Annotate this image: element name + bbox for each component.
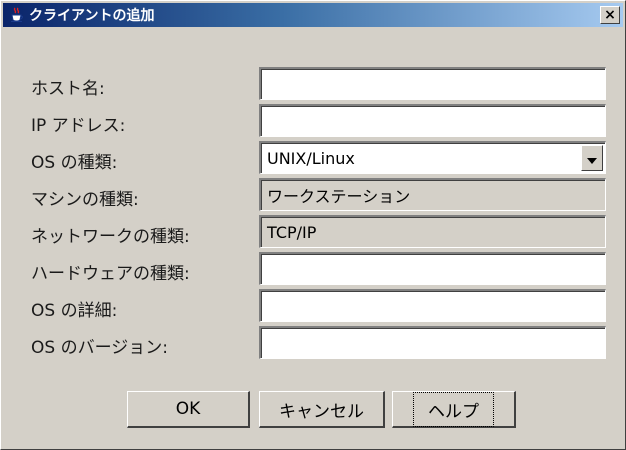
machine-type-field: ワークステーション <box>259 178 606 211</box>
dialog-title: クライアントの追加 <box>29 8 155 24</box>
os-type-selected-value: UNIX/Linux <box>267 148 355 168</box>
form-row-ip-address: IP アドレス: <box>1 104 625 138</box>
os-type-dropdown-button[interactable] <box>581 145 603 171</box>
hostname-input[interactable] <box>259 67 606 100</box>
ip-address-label: IP アドレス: <box>31 116 126 136</box>
close-icon: × <box>604 7 616 23</box>
hardware-type-label: ハードウェアの種類: <box>31 264 190 284</box>
hostname-label: ホスト名: <box>31 79 105 99</box>
form-row-os-type: OS の種類: UNIX/Linux <box>1 141 625 175</box>
help-button-label: ヘルプ <box>413 391 494 427</box>
form-row-hostname: ホスト名: <box>1 67 625 101</box>
ip-address-input[interactable] <box>259 104 606 137</box>
os-version-label: OS のバージョン: <box>31 338 168 358</box>
add-client-dialog: クライアントの追加 × ホスト名: IP アドレス: OS の種類: UNIX/… <box>0 0 626 450</box>
title-bar: クライアントの追加 × <box>3 3 623 27</box>
chevron-down-icon <box>587 149 597 168</box>
form-row-hardware-type: ハードウェアの種類: <box>1 252 625 286</box>
ok-button-label: OK <box>175 399 201 419</box>
machine-type-label: マシンの種類: <box>31 190 139 210</box>
os-details-label: OS の詳細: <box>31 301 118 321</box>
os-details-input[interactable] <box>259 289 606 322</box>
form-row-network-type: ネットワークの種類: TCP/IP <box>1 215 625 249</box>
cancel-button-label: キャンセル <box>279 401 364 422</box>
form-row-os-details: OS の詳細: <box>1 289 625 323</box>
cancel-button[interactable]: キャンセル <box>259 391 385 428</box>
ok-button[interactable]: OK <box>127 391 250 428</box>
close-button[interactable]: × <box>600 6 620 24</box>
java-coffee-cup-icon <box>9 7 25 23</box>
os-type-label: OS の種類: <box>31 153 118 173</box>
os-version-input[interactable] <box>259 326 606 359</box>
network-type-label: ネットワークの種類: <box>31 227 190 247</box>
form-row-machine-type: マシンの種類: ワークステーション <box>1 178 625 212</box>
network-type-field: TCP/IP <box>259 215 606 248</box>
form-row-os-version: OS のバージョン: <box>1 326 625 360</box>
help-button[interactable]: ヘルプ <box>392 391 516 428</box>
os-type-select[interactable]: UNIX/Linux <box>259 141 606 174</box>
hardware-type-input[interactable] <box>259 252 606 285</box>
